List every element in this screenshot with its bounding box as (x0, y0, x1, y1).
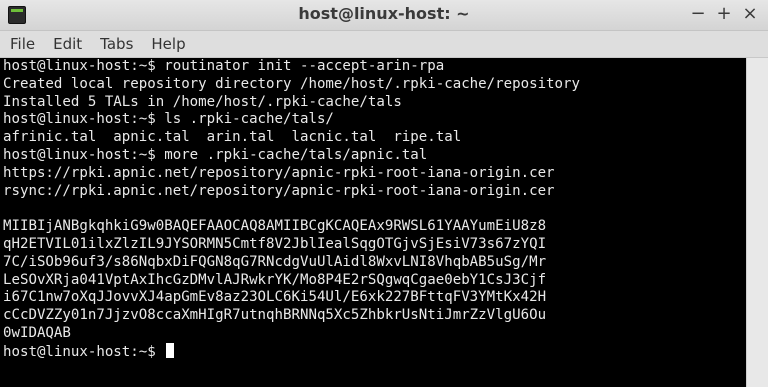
menu-tabs[interactable]: Tabs (91, 35, 142, 53)
title-bar[interactable]: host@linux-host: ~ − + × (0, 0, 768, 31)
menu-help[interactable]: Help (142, 35, 194, 53)
terminal-line: qH2ETVIL01ilxZlzIL9JYSORMN5Cmtf8V2JblIea… (3, 235, 547, 252)
terminal-line: i67C1nw7oXqJJovvXJ4apGmEv8az23OLC6Ki54Ul… (3, 289, 547, 306)
terminal-line: host@linux-host:~$ more .rpki-cache/tals… (3, 146, 428, 163)
prompt-text: host@linux-host:~$ (3, 343, 165, 360)
minimize-button[interactable]: − (688, 3, 708, 24)
terminal-line: 0wIDAQAB (3, 324, 71, 341)
menu-file[interactable]: File (0, 35, 44, 53)
maximize-button[interactable]: + (714, 3, 734, 24)
terminal-line: MIIBIjANBgkqhkiG9w0BAQEFAAOCAQ8AMIIBCgKC… (3, 218, 547, 235)
terminal-line: 7C/iSOb96uf3/s86NqbxDiFQGN8qG7RNcdgVuUlA… (3, 253, 547, 270)
terminal-line: Created local repository directory /home… (3, 75, 580, 92)
text-cursor (166, 342, 175, 358)
terminal-line: https://rpki.apnic.net/repository/apnic-… (3, 164, 555, 181)
terminal-line: rsync://rpki.apnic.net/repository/apnic-… (3, 182, 555, 199)
terminal-line: LeSOvXRja041VptAxIhcGzDMvlAJRwkrYK/Mo8P4… (3, 271, 547, 288)
terminal-output[interactable]: host@linux-host:~$ routinator init --acc… (0, 58, 746, 387)
prompt-line[interactable]: host@linux-host:~$ (3, 342, 746, 361)
close-button[interactable]: × (740, 3, 760, 24)
terminal-line: cCcDVZZy01n7JjzvO8ccaXmHIgR7utnqhBRNNq5X… (3, 307, 547, 324)
terminal-line: Installed 5 TALs in /home/host/.rpki-cac… (3, 93, 402, 110)
terminal-line: afrinic.tal apnic.tal arin.tal lacnic.ta… (3, 129, 462, 146)
menu-edit[interactable]: Edit (44, 35, 91, 53)
terminal-line: host@linux-host:~$ ls .rpki-cache/tals/ (3, 111, 334, 128)
terminal-line: host@linux-host:~$ routinator init --acc… (3, 58, 445, 74)
scrollbar[interactable] (746, 58, 768, 387)
terminal-window: host@linux-host: ~ − + × File Edit Tabs … (0, 0, 768, 387)
menu-bar: File Edit Tabs Help (0, 31, 768, 58)
window-controls: − + × (688, 3, 760, 24)
window-title: host@linux-host: ~ (298, 4, 470, 23)
